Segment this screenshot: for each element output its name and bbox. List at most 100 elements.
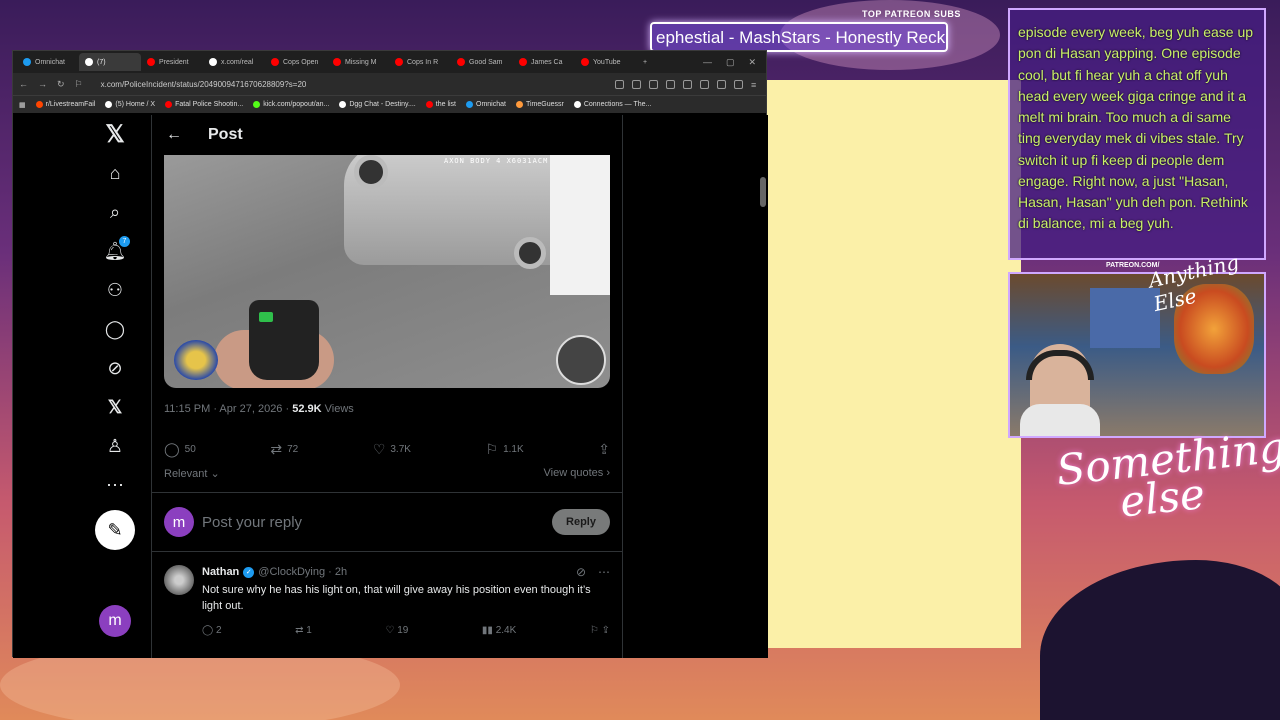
- reply-action[interactable]: ◯ 50: [164, 441, 196, 458]
- extension-icon[interactable]: [666, 79, 675, 89]
- extension-icon[interactable]: [734, 79, 743, 89]
- maximize-icon[interactable]: ▢: [726, 57, 735, 68]
- account-avatar[interactable]: m: [99, 605, 131, 637]
- new-tab-button[interactable]: +: [637, 53, 655, 71]
- browser-tab[interactable]: x.com/real: [203, 53, 265, 71]
- sort-dropdown[interactable]: Relevant ⌄: [164, 467, 220, 480]
- back-arrow-icon[interactable]: ←: [166, 126, 182, 144]
- repost-action[interactable]: ⇄ 72: [270, 441, 298, 458]
- reply-handle[interactable]: @ClockDying · 2h: [258, 566, 347, 578]
- forward-icon[interactable]: →: [38, 79, 47, 89]
- reply-bookmark-action[interactable]: ⚐ ⇪: [590, 625, 610, 636]
- follow-icon[interactable]: ⚇: [104, 279, 126, 301]
- reload-icon[interactable]: ↻: [57, 79, 65, 90]
- bookmark-item[interactable]: TimeGuessr: [515, 101, 564, 108]
- car-wheel: [514, 237, 546, 269]
- more-icon[interactable]: ⋯: [104, 474, 126, 496]
- like-action[interactable]: ♡ 3.7K: [373, 441, 411, 458]
- bookmark-page-icon[interactable]: ⚐: [75, 79, 83, 90]
- compose-post-button[interactable]: ✎: [95, 510, 135, 550]
- reply-avatar[interactable]: [164, 565, 194, 595]
- patreon-subs-ticker: ephestial - MashStars - Honestly Reck: [650, 22, 948, 52]
- bookmark-item[interactable]: (5) Home / X: [105, 101, 155, 108]
- minimize-icon[interactable]: —: [703, 57, 712, 68]
- notifications-icon[interactable]: 🔔︎ 7: [104, 236, 130, 262]
- reply-input[interactable]: Post your reply: [202, 514, 552, 531]
- reply-like-count: 19: [397, 624, 409, 636]
- browser-tab[interactable]: President: [141, 53, 203, 71]
- home-icon[interactable]: ⌂: [104, 162, 126, 184]
- post-header: ← Post: [152, 115, 622, 155]
- share-action[interactable]: ⇪: [598, 441, 610, 458]
- reply-author-name[interactable]: Nathan: [202, 566, 239, 578]
- browser-tab[interactable]: Missing M: [327, 53, 389, 71]
- view-quotes-link[interactable]: View quotes ›: [544, 467, 610, 480]
- bookmark-item[interactable]: Omnichat: [466, 101, 506, 108]
- bodycam-stamp: AXON BODY 4 X6031ACM: [444, 157, 549, 165]
- browser-tab[interactable]: Omnichat: [17, 53, 79, 71]
- chat-message-panel: episode every week, beg yuh ease up pon …: [1008, 8, 1266, 260]
- sky: [550, 155, 610, 295]
- reply-repost-action[interactable]: ⇄ 1: [295, 625, 312, 636]
- scrollbar-thumb[interactable]: [760, 177, 766, 207]
- bookmark-item[interactable]: r/LivestreamFail: [35, 101, 95, 108]
- x-logo-icon[interactable]: 𝕏: [104, 121, 126, 148]
- reply-views-action[interactable]: ▮▮ 2.4K: [482, 625, 516, 636]
- menu-icon[interactable]: ≡: [751, 80, 760, 90]
- cam-shelf: [1090, 288, 1160, 348]
- browser-tab[interactable]: Good Sam: [451, 53, 513, 71]
- grok-icon[interactable]: ⊘: [104, 357, 126, 379]
- tab-favicon-icon: [519, 58, 527, 66]
- extension-icon[interactable]: [615, 79, 624, 89]
- profile-icon[interactable]: ♙: [104, 435, 126, 457]
- bookmark-label: the list: [435, 101, 456, 108]
- browser-tab[interactable]: YouTube: [575, 53, 637, 71]
- apps-icon[interactable]: ▦: [19, 101, 26, 109]
- bookmark-favicon-icon: [425, 101, 433, 108]
- address-bar: ← → ↻ ⚐ x.com/PoliceIncident/status/2049…: [13, 73, 766, 95]
- bookmark-item[interactable]: the list: [425, 101, 456, 108]
- search-icon[interactable]: ⌕: [104, 201, 126, 223]
- bookmark-item[interactable]: Connections — The...: [573, 101, 651, 108]
- tab-label: (7): [97, 58, 106, 66]
- url-field[interactable]: x.com/PoliceIncident/status/204900947167…: [93, 80, 605, 89]
- extension-icon[interactable]: [649, 79, 658, 89]
- bookmark-favicon-icon: [515, 101, 523, 108]
- back-icon[interactable]: ←: [19, 79, 28, 89]
- repost-count: 72: [287, 444, 299, 455]
- post-time[interactable]: 11:15 PM · Apr 27, 2026 ·: [164, 403, 292, 415]
- tab-favicon-icon: [581, 58, 589, 66]
- extension-icon[interactable]: [632, 79, 641, 89]
- browser-tab[interactable]: Cops In R: [389, 53, 451, 71]
- verified-icon: ✓: [243, 566, 255, 578]
- tab-favicon-icon: [23, 58, 31, 66]
- reply-reply-action[interactable]: ◯ 2: [202, 625, 222, 636]
- bookmark-action[interactable]: ⚐ 1.1K: [486, 441, 524, 458]
- chat-message-text: episode every week, beg yuh ease up pon …: [1018, 24, 1254, 232]
- bookmark-item[interactable]: Fatal Police Shootin...: [165, 101, 243, 108]
- extension-icon[interactable]: [683, 79, 692, 89]
- scrollbar[interactable]: [760, 117, 766, 655]
- browser-tab[interactable]: James Ca: [513, 53, 575, 71]
- reply-like-action[interactable]: ♡ 19: [385, 625, 408, 636]
- bookmark-item[interactable]: kick.com/popout/an...: [253, 101, 329, 108]
- close-icon[interactable]: ✕: [748, 57, 756, 68]
- extension-icon[interactable]: [700, 79, 709, 89]
- bookmark-favicon-icon: [35, 101, 43, 108]
- post-video[interactable]: AXON BODY 4 X6031ACM: [164, 155, 610, 388]
- bookmarks-bar: ▦ r/LivestreamFail (5) Home / X Fatal Poli…: [13, 95, 766, 113]
- reply-button[interactable]: Reply: [552, 509, 610, 535]
- extension-icon[interactable]: [717, 79, 726, 89]
- views-label: Views: [321, 403, 354, 415]
- sort-label: Relevant: [164, 468, 208, 480]
- browser-tab[interactable]: (7): [79, 53, 141, 71]
- post-column: ← Post AXON BODY 4 X6031ACM 11:15 PM · A…: [151, 115, 623, 658]
- browser-tab[interactable]: Cops Open: [265, 53, 327, 71]
- messages-icon[interactable]: ◯: [104, 318, 126, 340]
- bookmark-item[interactable]: Dgg Chat - Destiny....: [339, 101, 416, 108]
- reply-post[interactable]: Nathan ✓ @ClockDying · 2h ⊘ ⋯ Not sure w…: [152, 555, 622, 646]
- grok-explain-icon[interactable]: ⊘: [576, 565, 586, 579]
- reply-more-icon[interactable]: ⋯: [598, 565, 610, 579]
- repost-icon: ⇄: [270, 441, 283, 457]
- premium-x-icon[interactable]: 𝕏: [104, 396, 126, 418]
